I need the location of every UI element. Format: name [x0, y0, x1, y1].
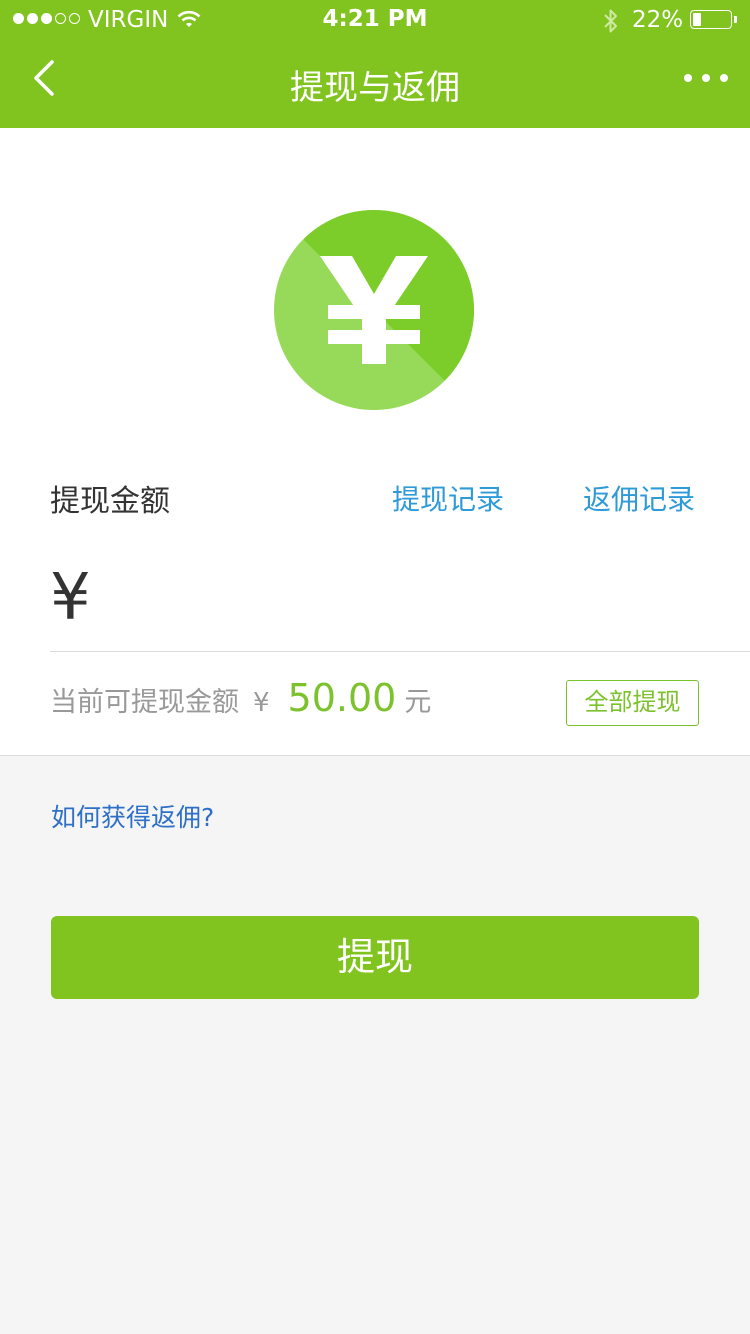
available-currency: ¥ — [253, 688, 270, 718]
battery-cap — [734, 16, 737, 23]
withdraw-submit-button[interactable]: 提现 — [51, 916, 699, 999]
withdraw-panel: 提现金额 提现记录 返佣记录 ¥ 当前可提现金额 ¥ 50.00 元 全部提现 — [0, 128, 750, 756]
available-unit: 元 — [404, 687, 432, 718]
divider — [50, 651, 750, 652]
how-to-earn-commission-link[interactable]: 如何获得返佣? — [51, 798, 214, 834]
navigation-bar: 提现与返佣 — [0, 40, 750, 128]
more-dots-icon — [702, 74, 710, 82]
withdraw-record-link[interactable]: 提现记录 — [392, 478, 504, 518]
commission-record-link[interactable]: 返佣记录 — [583, 478, 695, 518]
bluetooth-icon — [604, 9, 617, 33]
withdraw-all-button[interactable]: 全部提现 — [566, 680, 699, 726]
available-balance: 当前可提现金额 ¥ 50.00 元 — [50, 676, 431, 726]
battery-icon — [690, 10, 732, 29]
available-amount: 50.00 — [287, 676, 397, 720]
top-bar: VIRGIN 4:21 PM 22% 提现与返佣 — [0, 0, 750, 128]
yen-coin-icon — [274, 210, 474, 410]
withdraw-amount-label: 提现金额 — [50, 484, 170, 519]
status-bar: VIRGIN 4:21 PM 22% — [0, 0, 750, 40]
battery-fill — [693, 13, 701, 26]
more-dots-icon — [684, 74, 692, 82]
more-options-button[interactable] — [676, 60, 736, 96]
page-title: 提现与返佣 — [290, 68, 460, 108]
amount-input[interactable] — [110, 570, 714, 638]
currency-symbol: ¥ — [50, 561, 91, 635]
battery-percentage: 22% — [632, 7, 684, 33]
available-label: 当前可提现金额 — [50, 687, 239, 718]
more-dots-icon — [720, 74, 728, 82]
